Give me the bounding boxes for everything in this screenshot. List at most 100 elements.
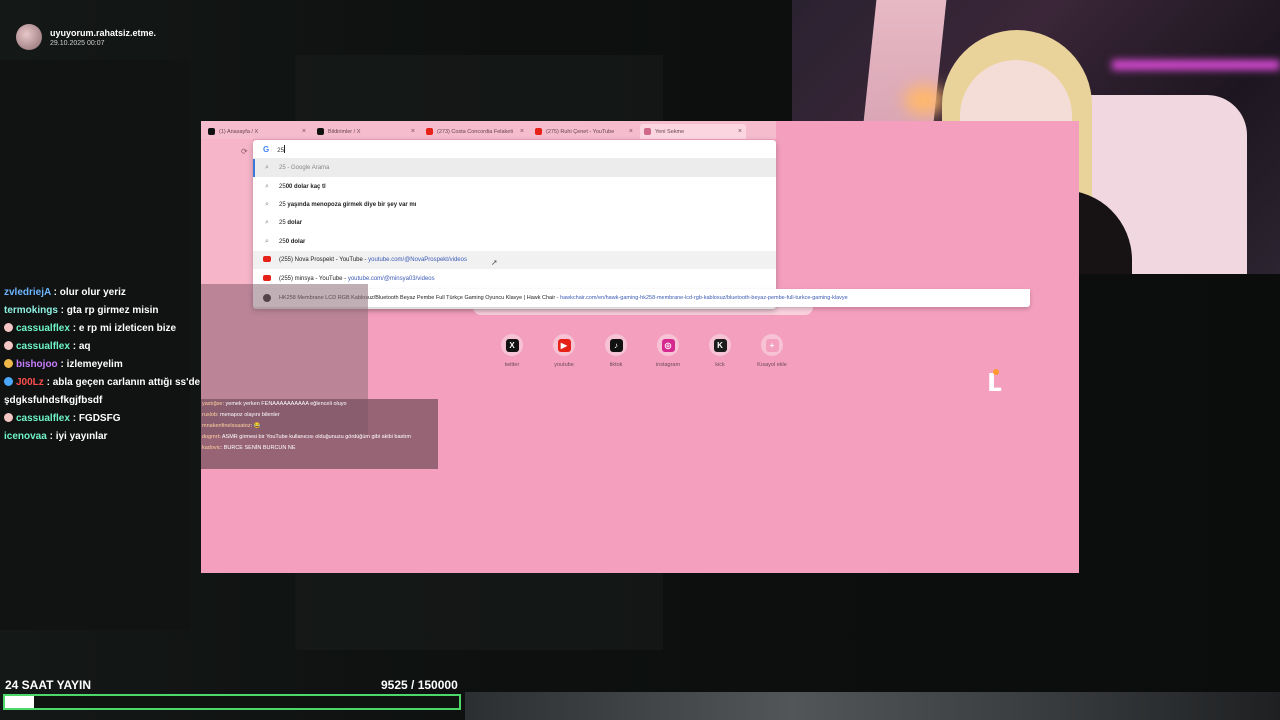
chat-text: FGDSFG: [78, 413, 121, 424]
search-icon: ⌕: [265, 237, 269, 245]
shortcut-label: tiktok: [609, 362, 623, 368]
mini-chat-user: yastığse: [202, 401, 223, 407]
chat-username[interactable]: J00Lz: [16, 377, 44, 388]
suggestion-url: youtube.com/@minsya03/videos: [347, 275, 435, 282]
chat-username[interactable]: cassualflex: [16, 341, 70, 352]
shortcut-tiktok[interactable]: ♪ tiktok: [601, 334, 631, 368]
suggestion-item[interactable]: (255) Nova Prospekt - YouTube - youtube.…: [253, 250, 776, 270]
shortcut-instagram[interactable]: ◎ instagram: [653, 334, 683, 368]
toolbar-strip: ⟳: [201, 139, 253, 284]
browser-tab[interactable]: Bildirimler / X ×: [313, 124, 419, 139]
search-icon: ⌕: [265, 164, 269, 172]
mini-chat-line: yastığse: yemek yerken FENAAAAAAAAAA eğl…: [202, 401, 347, 407]
kick-icon: K: [709, 334, 731, 356]
mini-chat-text: menapoz olayını bilenler: [220, 412, 280, 418]
shortcut-label: twitter: [504, 362, 520, 368]
youtube-icon: [263, 256, 271, 264]
close-icon[interactable]: ×: [629, 128, 633, 135]
browser-tab[interactable]: (1) Anasayfa / X ×: [204, 124, 310, 139]
led-strip: [1112, 60, 1280, 70]
suggestion-item[interactable]: ⌕ 2500 dolar kaç tl: [253, 177, 776, 195]
tiktok-icon: ♪: [605, 334, 627, 356]
mouse-cursor-icon: ➚: [491, 258, 498, 267]
chat-username[interactable]: cassualflex: [16, 323, 70, 334]
shortcut-label: Kısayol ekle: [757, 362, 787, 368]
suggestion-list: ⌕ 25 - Google Arama ⌕ 2500 dolar kaç tl ⌕ 25 …: [253, 159, 776, 288]
tab-favicon-icon: [426, 128, 433, 135]
suggestion-text: (255) minsya - YouTube -: [279, 275, 348, 282]
tab-title: (275) Ruhi Çenet - YouTube: [546, 128, 615, 135]
chat-text: e rp mi izleticen bize: [78, 323, 177, 334]
suggestion-completion: yaşında menopoza girmek diye bir şey var…: [285, 201, 417, 208]
badge-icon: [4, 341, 13, 350]
omnibox[interactable]: G 25: [253, 140, 776, 159]
mini-chat-overlay: yastığse: yemek yerken FENAAAAAAAAAA eğl…: [201, 399, 438, 469]
browser-tab[interactable]: (275) Ruhi Çenet - YouTube ×: [531, 124, 637, 139]
suggestion-item[interactable]: ⌕ 25 dolar: [253, 214, 776, 232]
suggestion-completion: 0 dolar: [285, 238, 306, 245]
suggestion-item[interactable]: HK258 Membrane LCD RGB Kablosuz/Bluetoot…: [253, 289, 1030, 307]
tab-favicon-icon: [535, 128, 542, 135]
browser-window: (1) Anasayfa / X × Bildirimler / X × (273) C…: [201, 121, 1079, 573]
chat-text: aq: [78, 341, 91, 352]
shortcut-kısayol-ekle[interactable]: + Kısayol ekle: [757, 334, 787, 368]
reload-icon[interactable]: ⟳: [241, 147, 248, 156]
shortcut-kick[interactable]: Kkick: [705, 334, 735, 368]
chat-text: olur olur yeriz: [59, 287, 126, 298]
tab-bar: (1) Anasayfa / X × Bildirimler / X × (273) C…: [201, 121, 776, 139]
search-icon: ⌕: [265, 182, 269, 190]
youtube-icon: [263, 274, 271, 283]
avatar: [16, 24, 42, 50]
browser-tab[interactable]: (273) Costa Concordia Felaketi ×: [422, 124, 528, 139]
twitter-icon: X: [501, 334, 523, 356]
suggestion-item[interactable]: ⌕ 250 dolar: [253, 233, 776, 251]
shortcut-youtube[interactable]: ▶ youtube: [549, 334, 579, 368]
mini-chat-user: kadovic: [202, 445, 221, 451]
close-icon[interactable]: ×: [738, 128, 742, 135]
chat-username[interactable]: icenovaa: [4, 431, 47, 442]
shortcut-label: kick: [715, 362, 725, 368]
goal-count: 9525 / 150000: [381, 678, 458, 692]
chat-username[interactable]: cassualflex: [16, 413, 70, 424]
goal-title: 24 SAAT YAYIN: [5, 678, 92, 692]
lamp-glow: [904, 85, 944, 115]
tab-title: (1) Anasayfa / X: [219, 128, 259, 135]
close-icon[interactable]: ×: [302, 128, 306, 135]
suggestion-item[interactable]: ⌕ 25 yaşında menopoza girmek diye bir şey…: [253, 196, 776, 214]
shortcut-label: instagram: [655, 362, 681, 368]
suggestion-text: (255) Nova Prospekt - YouTube -: [279, 257, 369, 264]
search-icon: ⌕: [265, 200, 269, 208]
chat-text: iyi yayınlar: [55, 431, 108, 442]
omnibox-input[interactable]: 25: [277, 144, 285, 154]
google-icon: G: [263, 144, 270, 154]
suggestion-prefix: 25: [279, 220, 286, 227]
tab-favicon-icon: [208, 128, 215, 135]
suggestion-completion: 00 dolar kaç tl: [285, 183, 326, 190]
notification: uyuyorum.rahatsiz.etme. 29.10.2025 00:07: [16, 24, 156, 50]
chat-username[interactable]: bishojoo: [16, 359, 58, 370]
shortcut-label: youtube: [554, 362, 574, 368]
mini-chat-text: ASMR girmesi bir YouTube kullanıcısı old…: [221, 434, 411, 440]
goal-progress-bar: [3, 694, 461, 710]
browser-tab[interactable]: Yeni Sekme ×: [640, 124, 746, 139]
instagram-icon: ◎: [657, 334, 679, 356]
tab-favicon-icon: [644, 128, 651, 135]
tab-favicon-icon: [317, 128, 324, 135]
desk-strip: [465, 692, 1280, 720]
badge-icon: [4, 377, 13, 386]
close-icon[interactable]: ×: [411, 128, 415, 135]
mini-chat-line: dogmrt: ASMR girmesi bir YouTube kullanı…: [202, 434, 411, 440]
suggestion-prefix: 25: [279, 201, 286, 208]
mini-chat-user: mnakenfinelssaatoz: [202, 423, 251, 429]
brand-logo: ʟ: [987, 361, 1003, 399]
shortcut-twitter[interactable]: Xtwitter: [497, 334, 527, 368]
search-icon: ⌕: [265, 219, 269, 227]
chat-username[interactable]: termokings: [4, 305, 58, 316]
chat-text: gta rp girmez misin: [66, 305, 159, 316]
youtube-icon: ▶: [553, 334, 575, 356]
mini-chat-line: ruslob: menapoz olayını bilenler: [202, 412, 280, 418]
chat-username[interactable]: zvledriejA: [4, 287, 51, 298]
goal-progress-fill: [5, 696, 34, 708]
suggestion-item[interactable]: ⌕ 25 - Google Arama: [253, 159, 776, 178]
close-icon[interactable]: ×: [520, 128, 524, 135]
